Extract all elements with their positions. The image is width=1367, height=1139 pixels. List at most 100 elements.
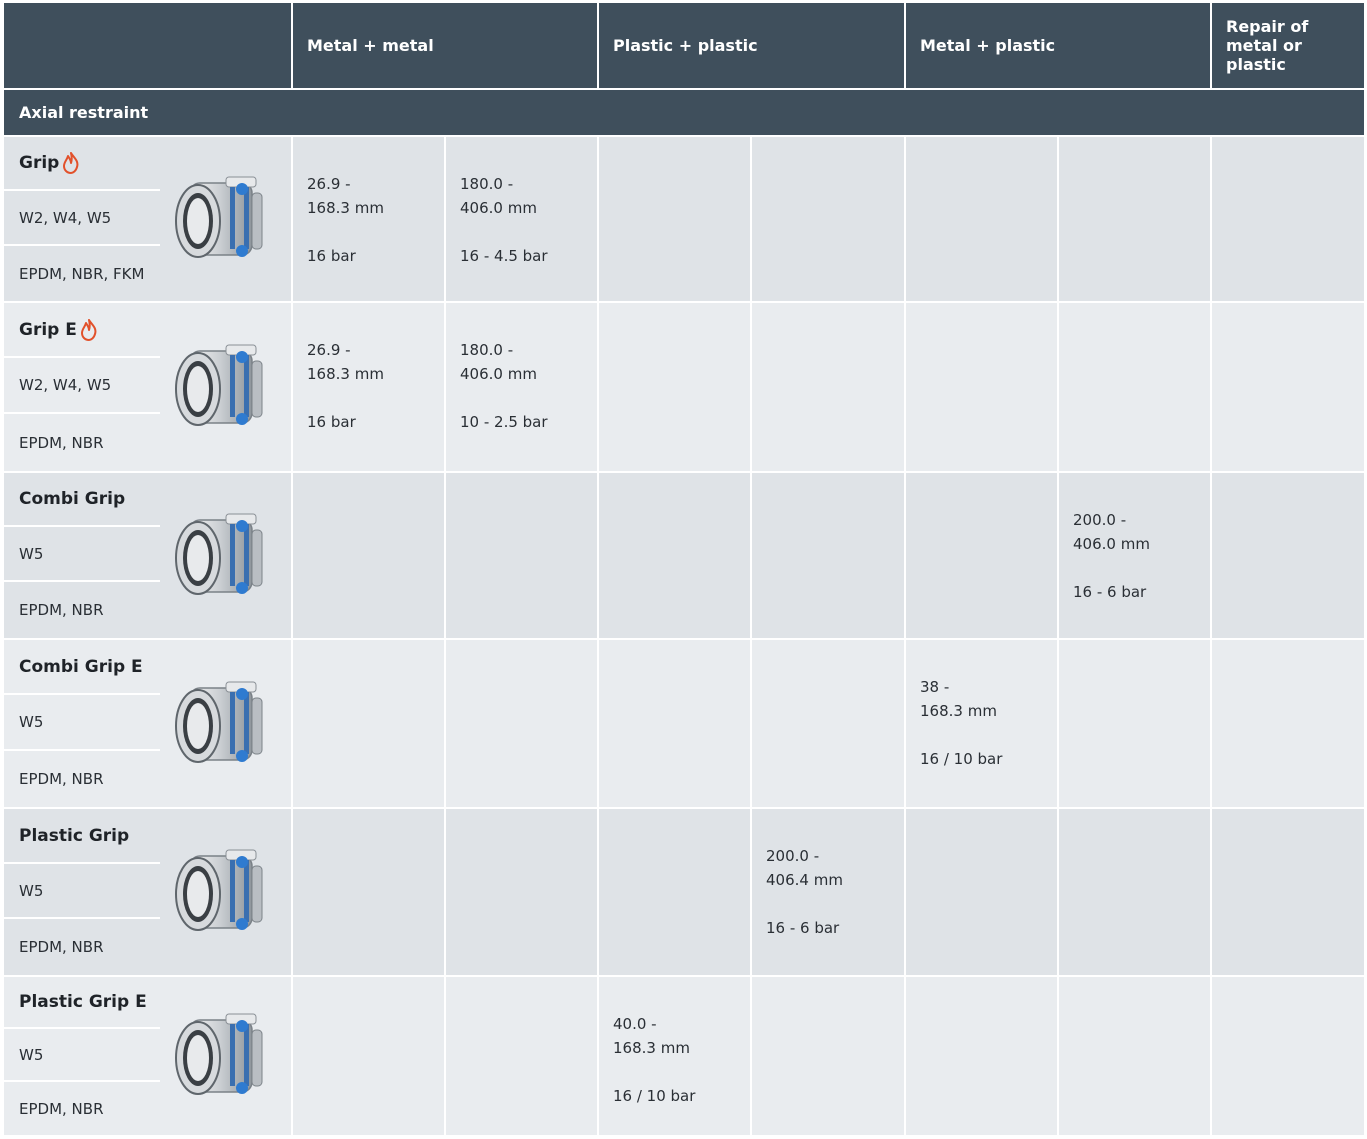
data-cell: 200.0 - 406.4 mm 16 - 6 bar — [751, 844, 905, 940]
product-name: Plastic Grip — [4, 809, 160, 862]
size-range-end: 406.0 mm — [460, 199, 537, 217]
size-range-start: 40.0 - — [613, 1015, 657, 1033]
cell-divider — [1210, 640, 1212, 807]
cell-divider — [1057, 303, 1059, 471]
coupling-image — [168, 842, 278, 942]
cell-divider — [444, 809, 446, 975]
coupling-image — [168, 169, 278, 269]
data-cell: 180.0 - 406.0 mm 16 - 4.5 bar — [445, 172, 598, 268]
cell-divider — [750, 303, 752, 471]
header-divider — [291, 3, 293, 88]
pressure-rating: 16 - 6 bar — [766, 919, 840, 937]
cell-divider — [444, 977, 446, 1135]
size-range-end: 406.4 mm — [766, 871, 843, 889]
data-cell: 38 - 168.3 mm 16 / 10 bar — [905, 675, 1058, 771]
size-range-end: 406.0 mm — [460, 365, 537, 383]
cell-divider — [1210, 137, 1212, 301]
product-materials: EPDM, NBR — [19, 433, 104, 452]
pressure-rating: 16 bar — [307, 247, 356, 265]
product-name-text: Grip — [19, 153, 60, 173]
cell-divider — [444, 473, 446, 638]
section-title: Axial restraint — [4, 90, 1364, 135]
size-range-start: 26.9 - — [307, 175, 351, 193]
product-name-text: Plastic Grip E — [19, 992, 147, 1012]
size-range-start: 180.0 - — [460, 341, 514, 359]
size-range-end: 168.3 mm — [307, 365, 384, 383]
size-range-end: 168.3 mm — [920, 702, 997, 720]
header-col-2: Metal + plastic — [920, 36, 1056, 55]
cell-divider — [1210, 303, 1212, 471]
size-range-start: 200.0 - — [1073, 511, 1127, 529]
product-materials: EPDM, NBR — [19, 938, 104, 956]
product-variants: W5 — [19, 713, 44, 731]
cell-divider — [291, 640, 293, 807]
header-divider — [1210, 3, 1212, 88]
pressure-rating: 16 - 4.5 bar — [460, 247, 548, 265]
product-name-text: Grip E — [19, 319, 77, 340]
header-divider — [597, 3, 599, 88]
pressure-rating: 10 - 2.5 bar — [460, 413, 548, 431]
product-variants: W2, W4, W5 — [19, 376, 112, 394]
pressure-rating: 16 / 10 bar — [613, 1087, 696, 1105]
product-materials: EPDM, NBR, FKM — [19, 264, 145, 283]
cell-divider — [904, 977, 906, 1135]
size-range-start: 200.0 - — [766, 847, 820, 865]
cell-divider — [597, 640, 599, 807]
size-range-end: 406.0 mm — [1073, 535, 1150, 553]
pressure-rating: 16 / 10 bar — [920, 750, 1003, 768]
product-variants: W5 — [19, 1045, 44, 1064]
pressure-rating: 16 - 6 bar — [1073, 583, 1147, 601]
data-cell: 26.9 - 168.3 mm 16 bar — [292, 338, 445, 434]
cell-divider — [597, 473, 599, 638]
cell-divider — [1057, 137, 1059, 301]
data-cell: 26.9 - 168.3 mm 16 bar — [292, 172, 445, 268]
cell-divider — [904, 303, 906, 471]
cell-divider — [750, 137, 752, 301]
cell-divider — [750, 473, 752, 638]
cell-divider — [291, 473, 293, 638]
cell-divider — [1210, 977, 1212, 1135]
cell-divider — [291, 977, 293, 1135]
product-materials: EPDM, NBR — [19, 770, 104, 788]
size-range-end: 168.3 mm — [307, 199, 384, 217]
product-name-text: Combi Grip E — [19, 656, 143, 677]
size-range-start: 38 - — [920, 678, 950, 696]
coupling-image — [168, 337, 278, 437]
header-col-0: Metal + metal — [307, 36, 434, 55]
cell-divider — [904, 137, 906, 301]
header-divider — [904, 3, 906, 88]
product-variants: W5 — [19, 881, 44, 900]
product-materials: EPDM, NBR — [19, 601, 104, 619]
header-col-1: Plastic + plastic — [613, 36, 758, 55]
product-name-text: Plastic Grip — [19, 825, 130, 846]
product-name: Grip — [4, 137, 160, 189]
flame-icon — [62, 152, 80, 174]
cell-divider — [904, 473, 906, 638]
cell-divider — [1057, 809, 1059, 975]
size-range-start: 180.0 - — [460, 175, 514, 193]
product-name-text: Combi Grip — [19, 489, 126, 509]
coupling-image — [168, 674, 278, 774]
coupling-image — [168, 506, 278, 606]
flame-icon — [80, 318, 98, 341]
pressure-rating: 16 bar — [307, 413, 356, 431]
cell-divider — [291, 809, 293, 975]
product-name: Grip E — [4, 303, 160, 356]
data-cell: 180.0 - 406.0 mm 10 - 2.5 bar — [445, 338, 598, 434]
product-variants: W5 — [19, 544, 44, 563]
cell-divider — [750, 640, 752, 807]
coupling-image — [168, 1006, 278, 1106]
cell-divider — [597, 809, 599, 975]
size-range-end: 168.3 mm — [613, 1039, 690, 1057]
data-cell: 40.0 - 168.3 mm 16 / 10 bar — [598, 1012, 751, 1108]
size-range-start: 26.9 - — [307, 341, 351, 359]
header-col-3: Repair of metal or plastic — [1226, 17, 1309, 74]
